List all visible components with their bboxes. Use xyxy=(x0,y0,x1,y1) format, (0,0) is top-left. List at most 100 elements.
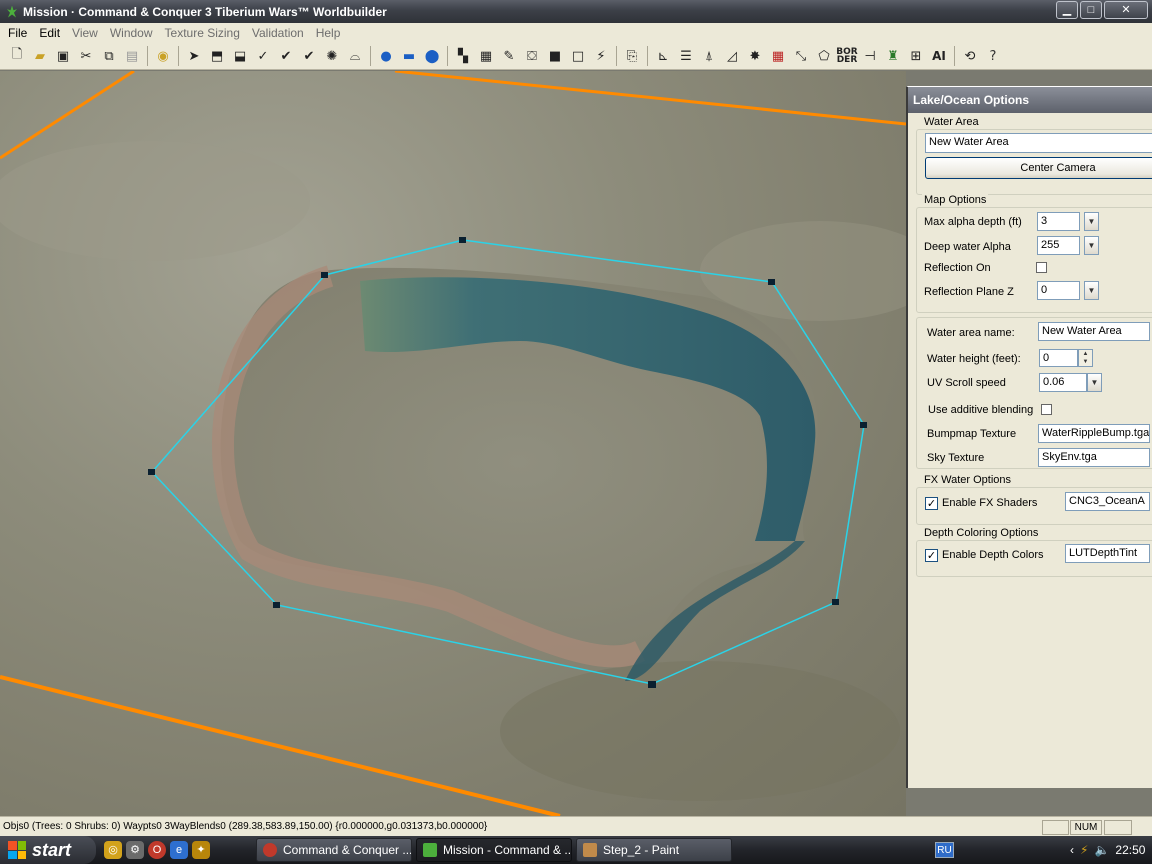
rewind-icon[interactable]: ⟲ xyxy=(959,45,981,67)
max-alpha-depth-dropdown[interactable]: ▼ xyxy=(1084,212,1099,231)
help-icon[interactable]: ? xyxy=(982,45,1004,67)
map-viewport[interactable] xyxy=(0,71,906,816)
connector-icon[interactable]: ⊣ xyxy=(859,45,881,67)
quicklaunch-tool-icon[interactable]: ⚙ xyxy=(126,841,144,859)
taskbar-item-paint[interactable]: Step_2 - Paint xyxy=(576,838,732,862)
menu-texture-sizing[interactable]: Texture Sizing xyxy=(159,26,246,40)
ai-icon[interactable]: AI xyxy=(928,45,950,67)
path-icon[interactable]: ⤡ xyxy=(790,45,812,67)
menu-view[interactable]: View xyxy=(66,26,104,40)
menu-edit[interactable]: Edit xyxy=(33,26,66,40)
clipboard-icon[interactable]: ⎘ xyxy=(621,45,643,67)
select-arrow-icon[interactable]: ➤ xyxy=(183,45,205,67)
check-plus-icon[interactable]: ✔ xyxy=(275,45,297,67)
spin-down-icon[interactable]: ▼ xyxy=(1079,358,1092,366)
polygon-vertex-handle[interactable] xyxy=(459,237,466,243)
blue-rect-icon[interactable]: ▬ xyxy=(398,45,420,67)
tray-expand-icon[interactable]: ‹ xyxy=(1070,843,1074,857)
close-button[interactable]: ✕ xyxy=(1104,1,1148,19)
open-folder-icon[interactable]: ▰ xyxy=(29,45,51,67)
taskbar-item-cnc[interactable]: Command & Conquer ... xyxy=(256,838,412,862)
brush-icon[interactable]: ◉ xyxy=(152,45,174,67)
save-icon[interactable]: ▣ xyxy=(52,45,74,67)
polygon-vertex-handle[interactable] xyxy=(321,272,328,278)
new-file-icon[interactable]: 🗋 xyxy=(6,45,28,67)
blue-circle-icon[interactable]: ⬤ xyxy=(421,45,443,67)
polygon-vertex-handle[interactable] xyxy=(273,602,280,608)
tray-volume-icon[interactable]: 🔈 xyxy=(1094,843,1109,857)
start-button[interactable]: start xyxy=(0,836,96,864)
polygon-vertex-handle[interactable] xyxy=(148,469,155,475)
center-camera-button[interactable]: Center Camera xyxy=(925,157,1152,179)
quicklaunch-misc-icon[interactable]: ✦ xyxy=(192,841,210,859)
menu-validation[interactable]: Validation xyxy=(246,26,310,40)
enable-depth-colors-checkbox[interactable]: ✓ xyxy=(925,549,938,562)
water-height-field[interactable]: 0 xyxy=(1039,349,1078,367)
polygon-icon[interactable]: ⬠ xyxy=(813,45,835,67)
lines-icon[interactable]: ☰ xyxy=(675,45,697,67)
checker-grid-icon[interactable]: ▦ xyxy=(475,45,497,67)
opera-icon[interactable]: O xyxy=(148,841,166,859)
check-icon[interactable]: ✓ xyxy=(252,45,274,67)
elevation-icon[interactable]: ⌓ xyxy=(344,45,366,67)
quicklaunch-app-icon[interactable]: ◎ xyxy=(104,841,122,859)
deep-water-alpha-field[interactable]: 255 xyxy=(1037,236,1080,255)
status-cell-empty xyxy=(1104,820,1132,835)
polygon-vertex-handle[interactable] xyxy=(648,681,656,688)
depth-tint-field[interactable]: LUTDepthTint xyxy=(1065,544,1150,563)
taskbar-item-worldbuilder[interactable]: Mission - Command & ... xyxy=(416,838,572,862)
copy-icon[interactable]: ⧉ xyxy=(98,45,120,67)
menu-file[interactable]: File xyxy=(2,26,33,40)
worldbuilder-app-icon[interactable] xyxy=(5,5,19,19)
sky-texture-field[interactable]: SkyEnv.tga xyxy=(1038,448,1150,467)
reflection-plane-z-field[interactable]: 0 xyxy=(1037,281,1080,300)
tray-app-icon[interactable]: ⚡ xyxy=(1080,843,1088,857)
water-area-select[interactable]: New Water Area xyxy=(925,133,1152,153)
deep-water-alpha-dropdown[interactable]: ▼ xyxy=(1084,236,1099,255)
menu-window[interactable]: Window xyxy=(104,26,159,40)
reflection-plane-z-dropdown[interactable]: ▼ xyxy=(1084,281,1099,300)
checker-icon[interactable]: ▚ xyxy=(452,45,474,67)
tree-icon[interactable]: ⍋ xyxy=(698,45,720,67)
polygon-vertex-handle[interactable] xyxy=(860,422,867,428)
wand-icon[interactable]: ⚡ xyxy=(590,45,612,67)
uv-scroll-speed-dropdown[interactable]: ▼ xyxy=(1087,373,1102,392)
bumpmap-texture-field[interactable]: WaterRippleBump.tga xyxy=(1038,424,1150,443)
max-alpha-depth-field[interactable]: 3 xyxy=(1037,212,1080,231)
spin-up-icon[interactable]: ▲ xyxy=(1079,350,1092,358)
border-icon[interactable]: BOR DER xyxy=(836,45,858,67)
fx-shader-field[interactable]: CNC3_OceanA xyxy=(1065,492,1150,511)
ramp-icon[interactable]: ◿ xyxy=(721,45,743,67)
use-additive-blending-checkbox[interactable] xyxy=(1041,404,1052,415)
axis-icon[interactable]: ⊾ xyxy=(652,45,674,67)
minimize-button[interactable]: ▁ xyxy=(1056,1,1078,19)
terrain-scene[interactable] xyxy=(0,71,906,816)
enable-fx-shaders-checkbox[interactable]: ✓ xyxy=(925,497,938,510)
polygon-vertex-handle[interactable] xyxy=(768,279,775,285)
point-icon[interactable]: ✺ xyxy=(321,45,343,67)
grid-red-icon[interactable]: ▦ xyxy=(767,45,789,67)
blue-blob-icon[interactable]: ● xyxy=(375,45,397,67)
check-multi-icon[interactable]: ✔ xyxy=(298,45,320,67)
reflection-on-checkbox[interactable] xyxy=(1036,262,1047,273)
language-indicator[interactable]: RU xyxy=(935,842,954,858)
maximize-button[interactable]: □ xyxy=(1080,1,1102,19)
water-area-name-field[interactable]: New Water Area xyxy=(1038,322,1150,341)
eyedropper-icon[interactable]: ✎ xyxy=(498,45,520,67)
square-icon[interactable]: ■ xyxy=(544,45,566,67)
paste-icon[interactable]: ▤ xyxy=(121,45,143,67)
cut-icon[interactable]: ✂ xyxy=(75,45,97,67)
polygon-vertex-handle[interactable] xyxy=(832,599,839,605)
rotate-object-icon[interactable]: ⬓ xyxy=(229,45,251,67)
menu-help[interactable]: Help xyxy=(310,26,347,40)
browser-icon[interactable]: e xyxy=(170,841,188,859)
uv-scroll-speed-field[interactable]: 0.06 xyxy=(1039,373,1087,392)
grid-tool-icon[interactable]: ⊞ xyxy=(905,45,927,67)
rect-outline-icon[interactable]: □ xyxy=(567,45,589,67)
team-icon[interactable]: ♜ xyxy=(882,45,904,67)
panel-title[interactable]: Lake/Ocean Options xyxy=(908,87,1152,113)
water-height-spinner[interactable]: ▲ ▼ xyxy=(1078,349,1093,367)
move-object-icon[interactable]: ⬒ xyxy=(206,45,228,67)
star-icon[interactable]: ✸ xyxy=(744,45,766,67)
fill-icon[interactable]: ⛋ xyxy=(521,45,543,67)
